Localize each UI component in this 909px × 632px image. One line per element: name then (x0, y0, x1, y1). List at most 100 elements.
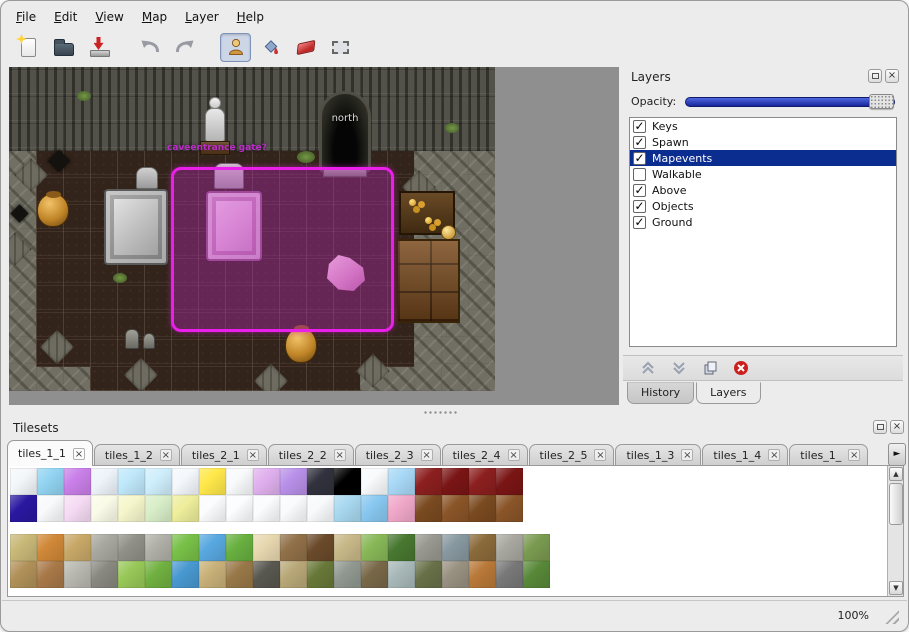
dock-splitter[interactable] (5, 407, 904, 417)
tileset-tab-tiles_1_1[interactable]: tiles_1_1× (7, 440, 93, 466)
tab-close-icon[interactable]: × (508, 449, 520, 461)
tileset-tab-tiles_2_1[interactable]: tiles_2_1× (181, 444, 267, 466)
tab-close-icon[interactable]: × (681, 449, 693, 461)
layer-row-objects[interactable]: ✓Objects (630, 198, 896, 214)
splitter-grip[interactable] (423, 410, 459, 415)
tileset-tile[interactable] (91, 561, 118, 588)
tileset-tile[interactable] (496, 495, 523, 522)
layer-row-spawn[interactable]: ✓Spawn (630, 134, 896, 150)
tileset-tile[interactable] (145, 534, 172, 561)
tileset-tile[interactable] (469, 468, 496, 495)
layer-visibility-checkbox[interactable]: ✓ (633, 216, 646, 229)
tileset-tile[interactable] (64, 495, 91, 522)
tileset-tile[interactable] (496, 561, 523, 588)
lower-layer-button[interactable] (670, 359, 688, 377)
tileset-tile[interactable] (442, 495, 469, 522)
layer-visibility-checkbox[interactable]: ✓ (633, 200, 646, 213)
tileset-tile[interactable] (37, 561, 64, 588)
layer-visibility-checkbox[interactable] (633, 168, 646, 181)
tab-close-icon[interactable]: × (334, 449, 346, 461)
layer-row-walkable[interactable]: Walkable (630, 166, 896, 182)
close-dock-button[interactable]: × (885, 69, 899, 83)
tileset-tile[interactable] (37, 468, 64, 495)
tileset-tile[interactable] (361, 561, 388, 588)
new-file-button[interactable] (13, 33, 44, 62)
eraser-tool-button[interactable] (290, 33, 321, 62)
tileset-tile[interactable] (253, 534, 280, 561)
layer-visibility-checkbox[interactable]: ✓ (633, 152, 646, 165)
tileset-tile[interactable] (334, 534, 361, 561)
opacity-slider-track[interactable] (685, 97, 895, 107)
menu-layer[interactable]: Layer (176, 6, 227, 28)
menu-view[interactable]: View (86, 6, 132, 28)
tileset-tab-tiles_2_2[interactable]: tiles_2_2× (268, 444, 354, 466)
tileset-tab-tiles_2_5[interactable]: tiles_2_5× (529, 444, 615, 466)
tileset-tab-tiles_1_2[interactable]: tiles_1_2× (94, 444, 180, 466)
redo-button[interactable] (169, 33, 200, 62)
tileset-tile[interactable] (415, 561, 442, 588)
tab-close-icon[interactable]: × (421, 449, 433, 461)
dock-tab-history[interactable]: History (627, 382, 694, 404)
tileset-tile[interactable] (172, 561, 199, 588)
menu-help[interactable]: Help (228, 6, 273, 28)
tileset-tile[interactable] (226, 468, 253, 495)
tileset-tile[interactable] (361, 534, 388, 561)
tileset-tile[interactable] (172, 534, 199, 561)
tileset-tile[interactable] (145, 468, 172, 495)
tileset-tile[interactable] (172, 495, 199, 522)
tileset-tile[interactable] (415, 495, 442, 522)
tileset-tile[interactable] (361, 495, 388, 522)
tileset-tile[interactable] (172, 468, 199, 495)
tileset-tile[interactable] (10, 561, 37, 588)
dock-tab-layers[interactable]: Layers (696, 382, 760, 404)
tileset-tile[interactable] (253, 495, 280, 522)
tileset-tile[interactable] (118, 561, 145, 588)
tileset-tile[interactable] (523, 561, 550, 588)
tileset-tile[interactable] (37, 495, 64, 522)
tileset-tile[interactable] (280, 561, 307, 588)
tileset-tile[interactable] (64, 468, 91, 495)
tileset-tile[interactable] (523, 534, 550, 561)
menu-map[interactable]: Map (133, 6, 176, 28)
tileset-tab-tiles_2_3[interactable]: tiles_2_3× (355, 444, 441, 466)
tileset-tile[interactable] (10, 534, 37, 561)
tileset-tile[interactable] (469, 534, 496, 561)
tileset-tile[interactable] (64, 534, 91, 561)
rect-select-tool-button[interactable] (325, 33, 356, 62)
tileset-tile[interactable] (64, 561, 91, 588)
tileset-tile[interactable] (442, 468, 469, 495)
layer-row-mapevents[interactable]: ✓Mapevents (630, 150, 896, 166)
opacity-slider-handle[interactable] (869, 94, 894, 109)
tileset-tile[interactable] (118, 468, 145, 495)
layer-visibility-checkbox[interactable]: ✓ (633, 184, 646, 197)
tileset-tile[interactable] (388, 561, 415, 588)
tab-close-icon[interactable]: × (247, 449, 259, 461)
tileset-tile[interactable] (307, 561, 334, 588)
scroll-down-button[interactable]: ▼ (889, 581, 903, 595)
opacity-slider[interactable] (685, 97, 895, 107)
tileset-tile[interactable] (91, 495, 118, 522)
tileset-tile[interactable] (10, 468, 37, 495)
tileset-tile[interactable] (334, 495, 361, 522)
tileset-tile[interactable] (253, 468, 280, 495)
layer-visibility-checkbox[interactable]: ✓ (633, 120, 646, 133)
tileset-tile[interactable] (91, 468, 118, 495)
tileset-tile[interactable] (199, 495, 226, 522)
float-dock-button[interactable] (873, 420, 887, 434)
tileset-tile[interactable] (118, 534, 145, 561)
tileset-tab-tiles_1_[interactable]: tiles_1_× (789, 444, 868, 466)
scroll-up-button[interactable]: ▲ (889, 467, 903, 481)
delete-layer-button[interactable] (732, 359, 750, 377)
fill-tool-button[interactable] (255, 33, 286, 62)
tileset-tile[interactable] (226, 561, 253, 588)
tileset-tile[interactable] (469, 561, 496, 588)
tileset-tile[interactable] (442, 534, 469, 561)
layer-row-above[interactable]: ✓Above (630, 182, 896, 198)
tileset-tile[interactable] (496, 534, 523, 561)
tileset-tile[interactable] (361, 468, 388, 495)
tileset-tile[interactable] (415, 534, 442, 561)
menu-edit[interactable]: Edit (45, 6, 86, 28)
tileset-tile[interactable] (307, 534, 334, 561)
tab-close-icon[interactable]: × (848, 449, 860, 461)
tileset-tile[interactable] (199, 468, 226, 495)
